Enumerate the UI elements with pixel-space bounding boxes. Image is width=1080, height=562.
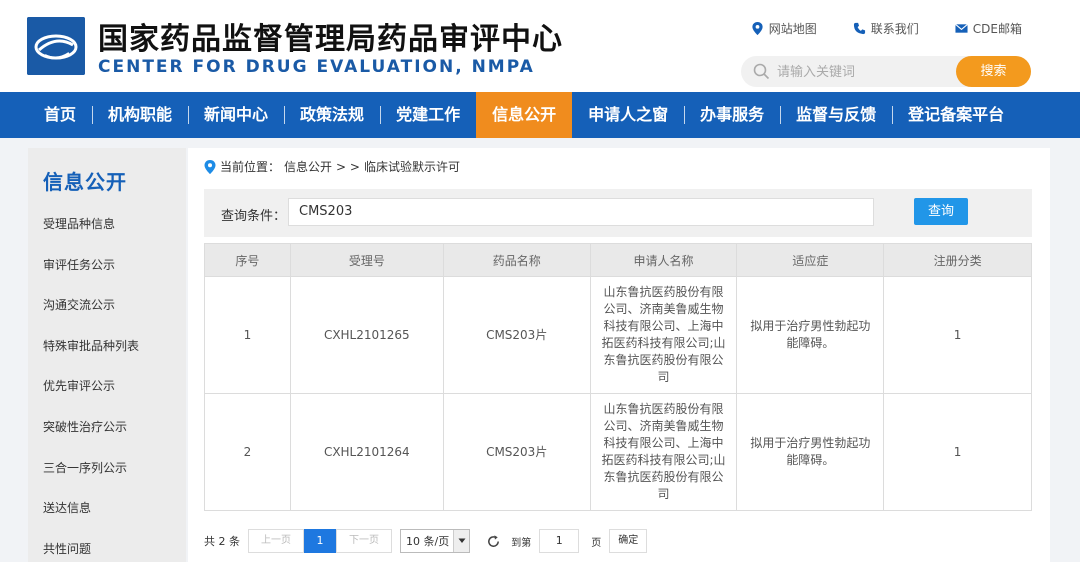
page-size-value: 10 条/页 bbox=[406, 535, 450, 548]
results-table: 序号 受理号 药品名称 申请人名称 适应症 注册分类 1 CXHL2101265… bbox=[204, 243, 1032, 511]
contact-label: 联系我们 bbox=[870, 22, 919, 36]
nav-home[interactable]: 首页 bbox=[28, 92, 92, 138]
goto-confirm-button[interactable]: 确定 bbox=[609, 529, 648, 553]
header-indication: 适应症 bbox=[736, 243, 885, 277]
location-pin-icon bbox=[204, 159, 216, 174]
page-1-button[interactable]: 1 bbox=[304, 529, 336, 553]
total-count: 共 2 条 bbox=[204, 535, 240, 548]
cell-accept-no: CXHL2101264 bbox=[289, 393, 444, 511]
pagination: 共 2 条 上一页 1 下一页 10 条/页 到第 1 页 确定 bbox=[204, 529, 648, 553]
site-search: 搜索 bbox=[741, 56, 1031, 87]
sitemap-link[interactable]: 网站地图 bbox=[751, 20, 817, 37]
cell-indication: 拟用于治疗男性勃起功能障碍。 bbox=[736, 276, 885, 394]
page-size-select[interactable]: 10 条/页 bbox=[400, 529, 471, 553]
nav-registration[interactable]: 登记备案平台 bbox=[892, 92, 1020, 138]
refresh-icon[interactable] bbox=[486, 534, 501, 549]
breadcrumb-info[interactable]: 信息公开 bbox=[284, 158, 332, 175]
site-header: 国家药品监督管理局药品审评中心 CENTER FOR DRUG EVALUATI… bbox=[0, 0, 1080, 92]
cell-applicant: 山东鲁抗医药股份有限公司、济南美鲁威生物科技有限公司、上海中拓医药科技有限公司;… bbox=[589, 276, 738, 394]
mail-icon bbox=[954, 23, 968, 33]
site-title-cn: 国家药品监督管理局药品审评中心 bbox=[98, 22, 563, 57]
phone-icon bbox=[853, 22, 865, 35]
nav-news[interactable]: 新闻中心 bbox=[188, 92, 284, 138]
sidebar-item-breakthrough[interactable]: 突破性治疗公示 bbox=[43, 418, 127, 435]
query-button[interactable]: 查询 bbox=[914, 198, 968, 225]
breadcrumb: 当前位置： 信息公开 > > 临床试验默示许可 bbox=[204, 158, 460, 175]
search-button[interactable]: 搜索 bbox=[956, 56, 1031, 87]
cell-category: 1 bbox=[883, 276, 1032, 394]
prev-page-button[interactable]: 上一页 bbox=[248, 529, 304, 553]
mail-label: CDE邮箱 bbox=[972, 22, 1022, 36]
chevron-down-icon bbox=[453, 530, 470, 552]
cell-applicant: 山东鲁抗医药股份有限公司、济南美鲁威生物科技有限公司、上海中拓医药科技有限公司;… bbox=[589, 393, 738, 511]
site-title-en: CENTER FOR DRUG EVALUATION, NMPA bbox=[98, 57, 535, 77]
table-row: 1 CXHL2101265 CMS203片 山东鲁抗医药股份有限公司、济南美鲁威… bbox=[204, 276, 1032, 394]
table-row: 2 CXHL2101264 CMS203片 山东鲁抗医药股份有限公司、济南美鲁威… bbox=[204, 393, 1032, 511]
sidebar-item-accepted[interactable]: 受理品种信息 bbox=[43, 215, 115, 232]
header-no: 序号 bbox=[204, 243, 291, 277]
table-header-row: 序号 受理号 药品名称 申请人名称 适应症 注册分类 bbox=[204, 243, 1032, 277]
cell-drug-name: CMS203片 bbox=[442, 276, 591, 394]
main-nav: 首页 机构职能 新闻中心 政策法规 党建工作 信息公开 申请人之窗 办事服务 监… bbox=[0, 92, 1080, 138]
mail-link[interactable]: CDE邮箱 bbox=[954, 20, 1022, 37]
nav-feedback[interactable]: 监督与反馈 bbox=[780, 92, 892, 138]
cell-category: 1 bbox=[883, 393, 1032, 511]
header-applicant: 申请人名称 bbox=[589, 243, 738, 277]
cell-accept-no: CXHL2101265 bbox=[289, 276, 444, 394]
cde-logo[interactable] bbox=[27, 17, 85, 75]
query-input[interactable]: CMS203 bbox=[288, 198, 874, 226]
page-unit-label: 页 bbox=[591, 537, 602, 549]
sidebar-item-priority-review[interactable]: 优先审评公示 bbox=[43, 377, 115, 394]
main-panel: 当前位置： 信息公开 > > 临床试验默示许可 查询条件： CMS203 查询 … bbox=[188, 148, 1050, 562]
map-pin-icon bbox=[752, 22, 763, 35]
search-input[interactable] bbox=[777, 62, 947, 82]
sidebar-item-delivery[interactable]: 送达信息 bbox=[43, 499, 91, 516]
breadcrumb-separator: > > bbox=[336, 159, 360, 174]
breadcrumb-current[interactable]: 临床试验默示许可 bbox=[364, 158, 460, 175]
sidebar: 信息公开 受理品种信息 审评任务公示 沟通交流公示 特殊审批品种列表 优先审评公… bbox=[28, 148, 186, 562]
sidebar-title: 信息公开 bbox=[43, 170, 127, 194]
cell-no: 1 bbox=[204, 276, 291, 394]
sidebar-item-three-in-one[interactable]: 三合一序列公示 bbox=[43, 459, 127, 476]
goto-page-input[interactable]: 1 bbox=[539, 529, 580, 553]
goto-label: 到第 bbox=[511, 537, 532, 549]
nav-applicant[interactable]: 申请人之窗 bbox=[572, 92, 684, 138]
nav-services[interactable]: 办事服务 bbox=[684, 92, 780, 138]
query-label: 查询条件： bbox=[221, 209, 287, 224]
nav-policy[interactable]: 政策法规 bbox=[284, 92, 380, 138]
header-drug-name: 药品名称 bbox=[442, 243, 591, 277]
cell-indication: 拟用于治疗男性勃起功能障碍。 bbox=[736, 393, 885, 511]
nav-info-disclosure[interactable]: 信息公开 bbox=[476, 92, 573, 138]
sidebar-item-common-issues[interactable]: 共性问题 bbox=[43, 540, 91, 557]
header-category: 注册分类 bbox=[883, 243, 1032, 277]
top-links: 网站地图 联系我们 CDE邮箱 bbox=[751, 20, 1022, 37]
sidebar-item-communication[interactable]: 沟通交流公示 bbox=[43, 296, 115, 313]
sidebar-item-special-approval[interactable]: 特殊审批品种列表 bbox=[43, 337, 139, 354]
breadcrumb-prefix: 当前位置： bbox=[220, 160, 281, 174]
next-page-button[interactable]: 下一页 bbox=[336, 529, 392, 553]
cell-no: 2 bbox=[204, 393, 291, 511]
header-accept-no: 受理号 bbox=[289, 243, 444, 277]
sidebar-item-review-tasks[interactable]: 审评任务公示 bbox=[43, 256, 115, 273]
contact-link[interactable]: 联系我们 bbox=[853, 20, 919, 37]
sitemap-label: 网站地图 bbox=[768, 22, 817, 36]
query-bar: 查询条件： CMS203 查询 bbox=[204, 189, 1032, 237]
nav-functions[interactable]: 机构职能 bbox=[92, 92, 188, 138]
search-icon bbox=[753, 63, 770, 80]
nav-party[interactable]: 党建工作 bbox=[380, 92, 476, 138]
cell-drug-name: CMS203片 bbox=[442, 393, 591, 511]
